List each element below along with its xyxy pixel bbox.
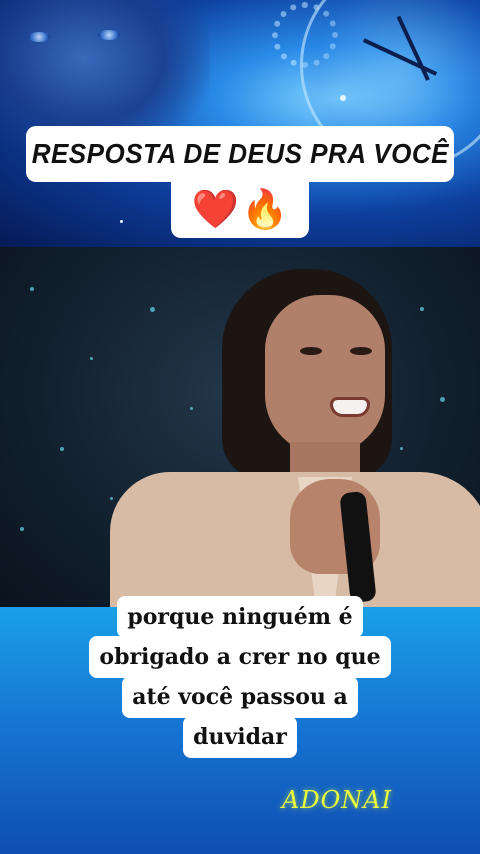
watermark: ADONAI (282, 786, 393, 814)
caption-line: até você passou a (122, 676, 358, 718)
star (20, 527, 24, 531)
speaker-mouth (330, 397, 370, 417)
caption-line: obrigado a crer no que (89, 636, 391, 678)
banner-title: RESPOSTA DE DEUS PRA VOCÊ (31, 138, 449, 169)
speaker-face (265, 295, 385, 455)
star (60, 447, 64, 451)
star (190, 407, 193, 410)
star (150, 307, 155, 312)
caption: porque ninguém é obrigado a crer no que … (0, 596, 480, 758)
video-frame[interactable] (0, 247, 480, 607)
fire-icon: 🔥 (241, 187, 289, 231)
title-box: RESPOSTA DE DEUS PRA VOCÊ (26, 126, 454, 182)
star (420, 307, 424, 311)
caption-line: duvidar (183, 716, 297, 758)
sparkle (120, 220, 123, 223)
caption-line: porque ninguém é (117, 596, 363, 638)
star (30, 287, 34, 291)
sparkle (340, 95, 346, 101)
star (90, 357, 93, 360)
lion-eye-left (28, 32, 50, 42)
star (440, 397, 445, 402)
speaker-eye (350, 347, 372, 355)
top-banner: RESPOSTA DE DEUS PRA VOCÊ ❤️ 🔥 (0, 0, 480, 247)
star (400, 447, 403, 450)
emoji-box: ❤️ 🔥 (171, 180, 309, 238)
speaker-eye (300, 347, 322, 355)
lion-eye-right (98, 30, 120, 40)
heart-icon: ❤️ (191, 187, 239, 231)
star (110, 497, 113, 500)
